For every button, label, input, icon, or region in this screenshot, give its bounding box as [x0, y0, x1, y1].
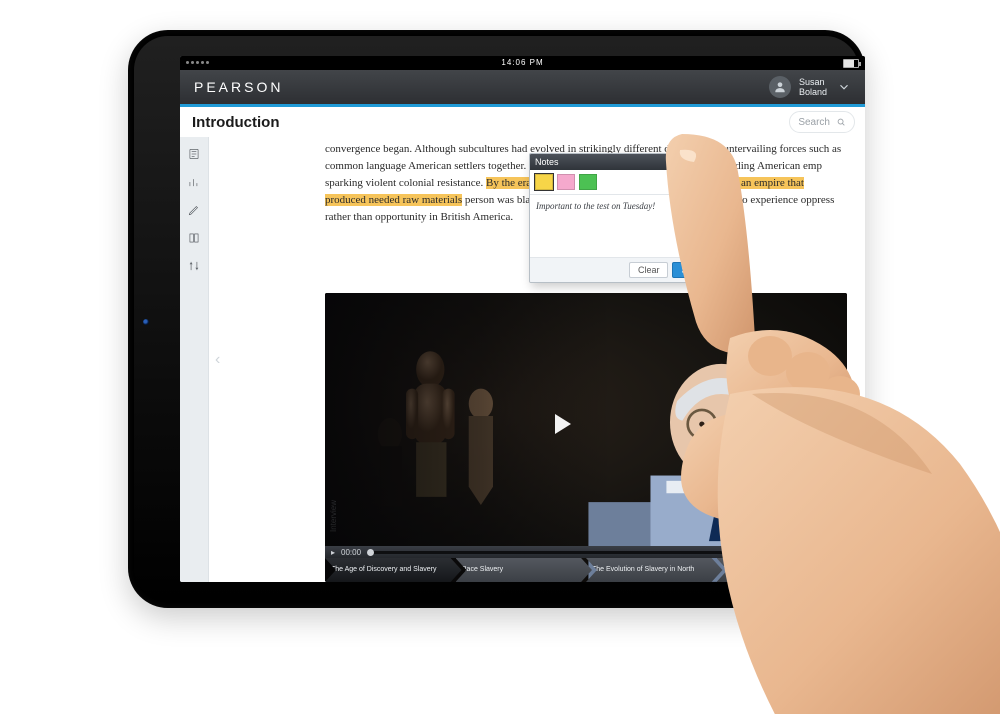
chapter-3[interactable]: The Evolution of Slavery in North	[586, 558, 723, 582]
content-pane: ‹ convergence began. Although subculture…	[209, 137, 865, 582]
notes-title: Notes	[535, 157, 559, 167]
signal-icon	[186, 61, 209, 64]
chapter-1[interactable]: The Age of Discovery and Slavery	[325, 558, 462, 582]
screen: 14:06 PM PEARSON Susan Boland	[180, 56, 865, 582]
swatch-green[interactable]	[579, 174, 597, 190]
camera-dot	[143, 319, 149, 325]
video-player[interactable]: Interview	[325, 293, 847, 582]
tool-rail	[180, 137, 209, 582]
fullscreen-icon[interactable]: ⛶	[835, 547, 841, 557]
notes-popover: Notes × Important to the test on Tuesday…	[529, 153, 717, 283]
chapter-2[interactable]: Race Slavery	[456, 558, 593, 582]
user-menu-toggle[interactable]	[837, 80, 851, 94]
speaker	[570, 316, 847, 582]
scrub-bar[interactable]	[367, 551, 813, 554]
close-icon[interactable]: ×	[706, 157, 711, 167]
play-small-icon[interactable]: ▸	[331, 548, 335, 557]
play-icon[interactable]	[555, 414, 571, 434]
status-time: 14:06 PM	[501, 58, 543, 67]
note-text[interactable]: Important to the test on Tuesday!	[530, 195, 716, 258]
chapter-4[interactable]: Slavery in the Colonies	[717, 558, 848, 582]
page-title: Introduction	[192, 114, 279, 131]
notes-actions: Clear Save	[530, 258, 716, 282]
user-first: Susan	[799, 77, 825, 87]
user-icon	[773, 80, 787, 94]
search-placeholder: Search	[798, 117, 830, 128]
app-header: PEARSON Susan Boland	[180, 70, 865, 107]
save-button[interactable]: Save	[672, 262, 711, 278]
scrub-time: 00:00	[341, 548, 361, 557]
title-bar: Introduction Search	[180, 107, 865, 138]
notes-icon[interactable]	[187, 147, 201, 161]
swatch-pink[interactable]	[557, 174, 575, 190]
status-bar: 14:06 PM	[180, 56, 865, 70]
swatch-yellow[interactable]	[535, 174, 553, 190]
pencil-icon[interactable]	[187, 203, 201, 217]
notes-header: Notes ×	[530, 154, 716, 170]
clear-button[interactable]: Clear	[629, 262, 669, 278]
brand-logo: PEARSON	[194, 79, 283, 95]
volume-icon[interactable]: 🔊	[819, 548, 829, 557]
prev-page-button[interactable]: ‹	[215, 351, 220, 369]
search-input[interactable]: Search	[789, 111, 855, 133]
avatar[interactable]	[769, 76, 791, 98]
app-body: ‹ convergence began. Although subculture…	[180, 137, 865, 582]
settings-icon[interactable]	[187, 259, 201, 273]
color-swatches	[530, 170, 716, 195]
tablet-frame: 14:06 PM PEARSON Susan Boland	[128, 30, 865, 608]
video-scrubber[interactable]: ▸ 00:00 🔊 ⛶	[325, 546, 847, 558]
chart-icon[interactable]	[187, 175, 201, 189]
video-chapters: The Age of Discovery and Slavery Race Sl…	[325, 558, 847, 582]
search-icon	[836, 117, 846, 127]
user-name[interactable]: Susan Boland	[799, 77, 827, 97]
book-icon[interactable]	[187, 231, 201, 245]
chevron-down-icon	[837, 80, 851, 94]
user-last: Boland	[799, 87, 827, 97]
battery-icon	[843, 59, 859, 68]
